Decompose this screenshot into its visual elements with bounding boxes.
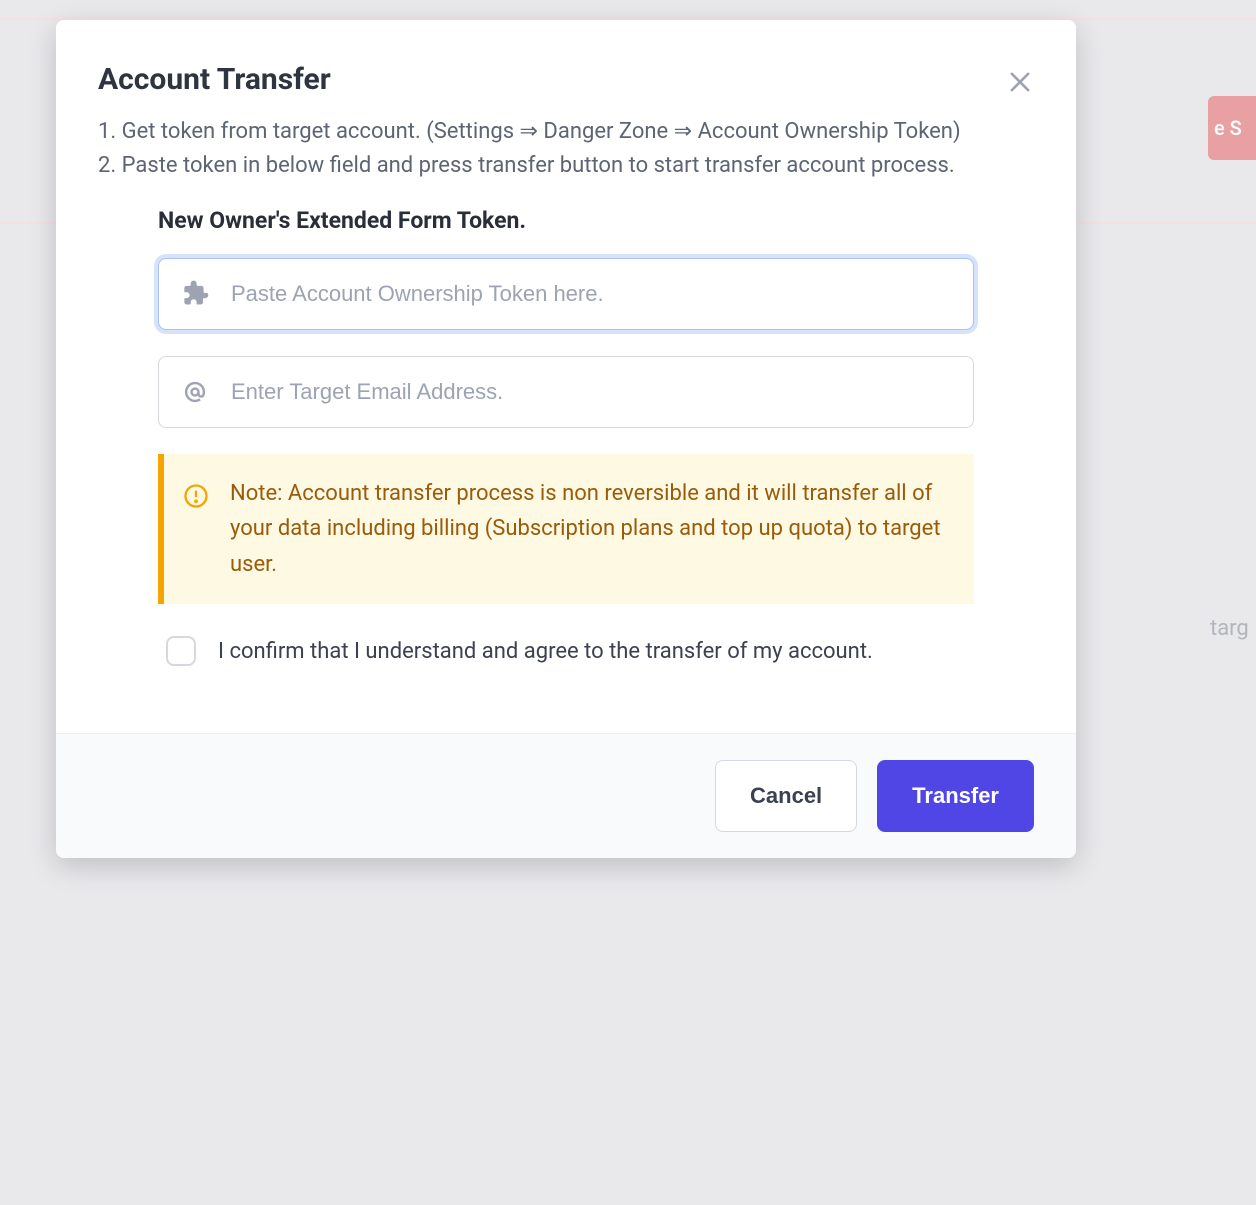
cancel-button[interactable]: Cancel xyxy=(715,760,857,832)
email-input[interactable] xyxy=(158,356,974,428)
close-button[interactable] xyxy=(1006,68,1034,100)
form-section: New Owner's Extended Form Token. xyxy=(98,183,1034,703)
modal-description: 1. Get token from target account. (Setti… xyxy=(98,115,1028,183)
token-field xyxy=(158,258,974,330)
modal-footer: Cancel Transfer xyxy=(56,733,1076,858)
token-input[interactable] xyxy=(158,258,974,330)
at-icon xyxy=(182,379,208,405)
warning-alert: Note: Account transfer process is non re… xyxy=(158,454,974,604)
bg-tag-text: targ xyxy=(1206,610,1256,654)
confirm-label: I confirm that I understand and agree to… xyxy=(218,634,873,669)
account-transfer-modal: Account Transfer 1. Get token from targe… xyxy=(56,20,1076,858)
email-field xyxy=(158,356,974,428)
alert-icon xyxy=(182,482,210,514)
transfer-button[interactable]: Transfer xyxy=(877,760,1034,832)
bg-badge: e S xyxy=(1208,96,1256,160)
modal-body: Account Transfer 1. Get token from targe… xyxy=(56,20,1076,733)
close-icon xyxy=(1006,68,1034,96)
section-title: New Owner's Extended Form Token. xyxy=(158,207,974,234)
alert-text: Note: Account transfer process is non re… xyxy=(230,476,950,582)
confirm-checkbox[interactable] xyxy=(166,636,196,666)
puzzle-icon xyxy=(182,280,210,308)
modal-title: Account Transfer xyxy=(98,62,1034,97)
confirm-row: I confirm that I understand and agree to… xyxy=(158,630,974,693)
